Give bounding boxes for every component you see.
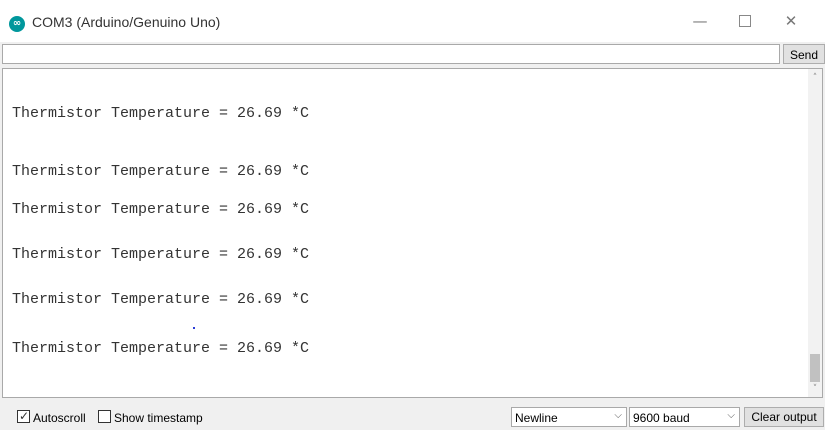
text-cursor-dot <box>193 327 195 329</box>
scroll-down-icon[interactable]: ˅ <box>808 382 822 396</box>
show-timestamp-checkbox[interactable] <box>98 410 111 423</box>
clipped-line-fragment: r <box>11 69 16 73</box>
checkmark-icon: ✓ <box>19 409 30 423</box>
scroll-up-icon[interactable]: ˄ <box>808 71 822 85</box>
baud-rate-value: 9600 baud <box>633 411 690 425</box>
output-line: Thermistor Temperature = 26.69 *C <box>12 340 310 357</box>
send-bar: Send <box>0 42 825 66</box>
chevron-down-icon: ⌵ <box>614 410 622 421</box>
baud-rate-select[interactable]: 9600 baud ⌵ <box>629 407 740 427</box>
autoscroll-checkbox[interactable]: ✓ <box>17 409 30 423</box>
autoscroll-label[interactable]: Autoscroll <box>33 411 86 425</box>
window-title: COM3 (Arduino/Genuino Uno) <box>32 14 221 30</box>
output-line: Thermistor Temperature = 26.69 *C <box>12 246 310 263</box>
serial-input[interactable] <box>2 44 780 64</box>
line-ending-select[interactable]: Newline ⌵ <box>511 407 627 427</box>
close-button[interactable]: ✕ <box>768 4 814 38</box>
maximize-button[interactable] <box>722 4 768 38</box>
output-line: Thermistor Temperature = 26.69 *C <box>12 105 310 122</box>
output-line: Thermistor Temperature = 26.69 *C <box>12 163 310 180</box>
clear-output-button[interactable]: Clear output <box>744 407 824 427</box>
minimize-button[interactable]: — <box>677 4 723 38</box>
status-bar: ✓ Autoscroll Show timestamp Newline ⌵ 96… <box>0 404 825 430</box>
show-timestamp-label[interactable]: Show timestamp <box>114 411 203 425</box>
chevron-down-icon: ⌵ <box>727 410 735 421</box>
arduino-logo-icon: ∞ <box>9 16 25 32</box>
scrollbar-thumb[interactable] <box>810 354 820 382</box>
serial-output[interactable]: r Thermistor Temperature = 26.69 *C Ther… <box>2 68 823 398</box>
line-ending-value: Newline <box>515 411 558 425</box>
output-line: Thermistor Temperature = 26.69 *C <box>12 291 310 308</box>
send-button[interactable]: Send <box>783 44 825 64</box>
output-line: Thermistor Temperature = 26.69 *C <box>12 201 310 218</box>
vertical-scrollbar[interactable]: ˄ ˅ <box>808 69 822 397</box>
title-bar: ∞ COM3 (Arduino/Genuino Uno) — ✕ <box>0 0 825 42</box>
maximize-icon <box>739 15 751 27</box>
